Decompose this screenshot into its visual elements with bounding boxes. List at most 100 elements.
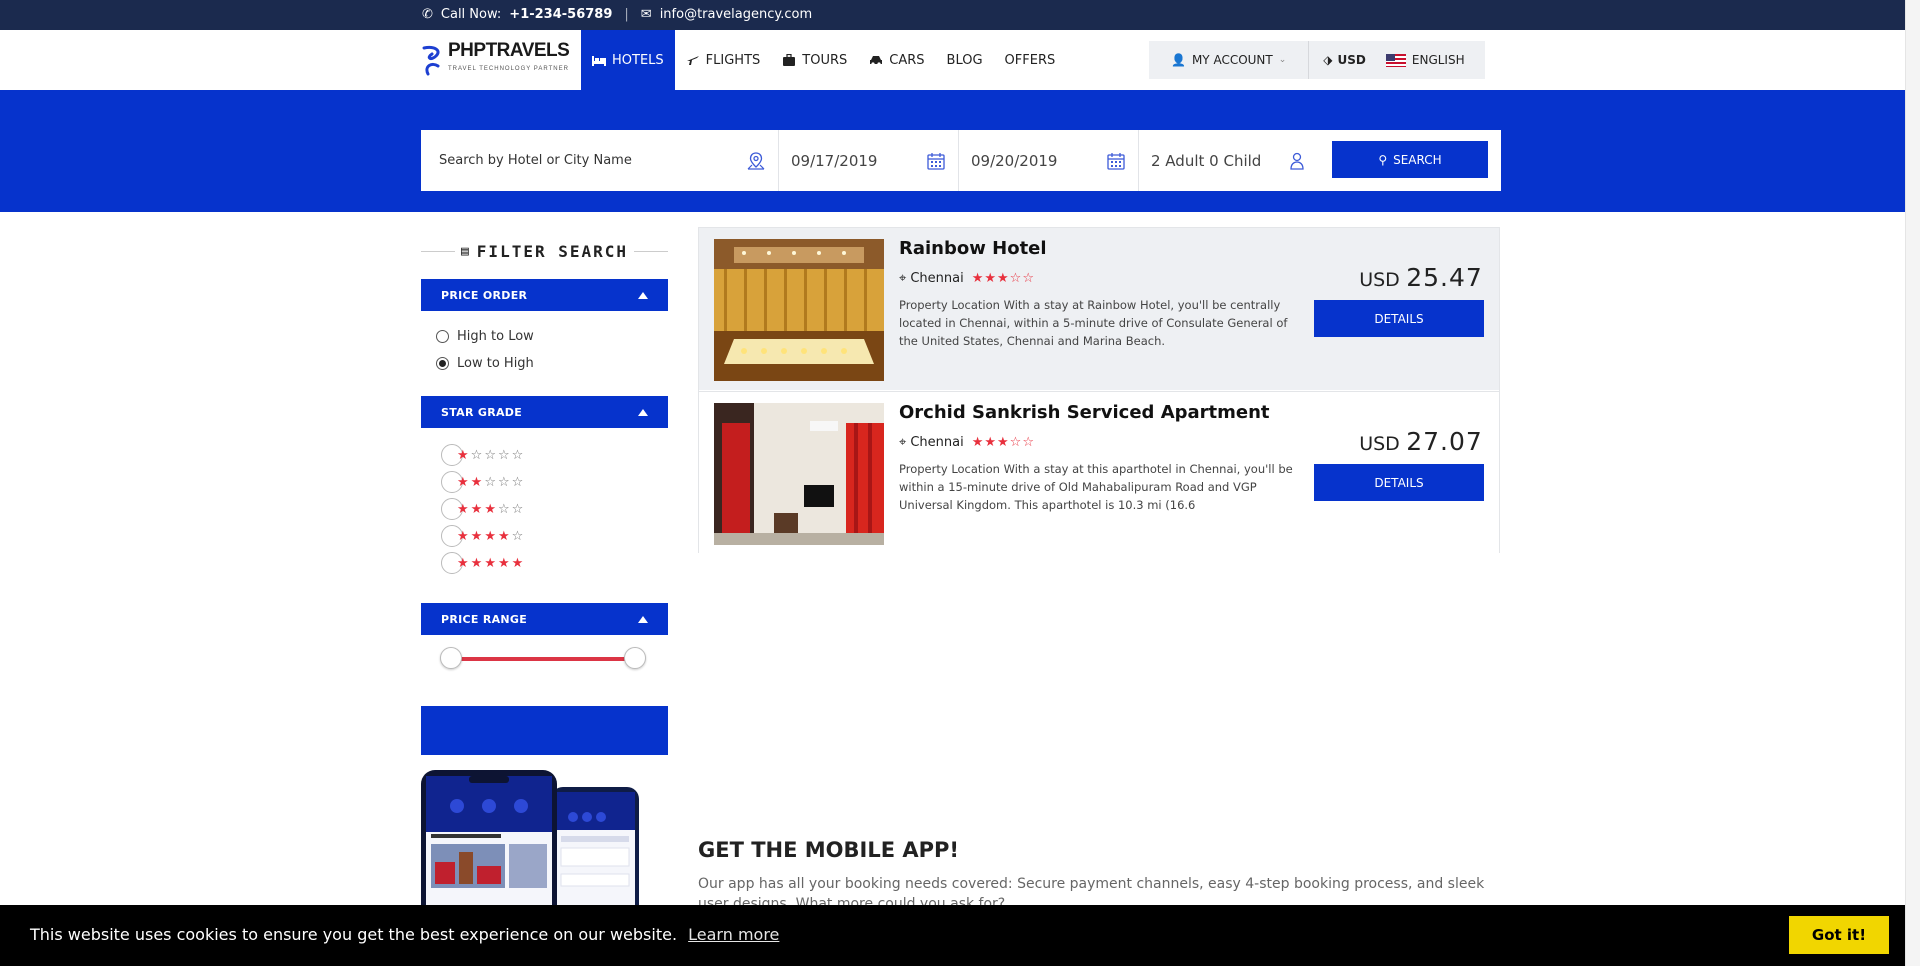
hotel-city: Chennai — [910, 435, 964, 450]
star-grade-option-3[interactable]: ★★★☆☆ — [441, 498, 525, 520]
star-empty-icon: ☆ — [497, 447, 512, 463]
star-empty-icon: ☆ — [511, 447, 526, 463]
star-grade-option-5[interactable]: ★★★★★ — [441, 552, 525, 574]
hotel-photo-conference-hall — [714, 239, 884, 381]
nav-flights[interactable]: FLIGHTS — [675, 30, 772, 90]
phone-number[interactable]: +1-234-56789 — [509, 7, 612, 22]
star-filled-icon: ★ — [457, 474, 471, 490]
star-filled-icon: ★ — [470, 474, 485, 490]
hotel-photo-apartment-room — [714, 403, 884, 545]
logo-text: PHPTRAVELS — [448, 40, 570, 61]
call-label: Call Now: — [440, 7, 502, 22]
chevron-down-icon: ⌄ — [1278, 55, 1287, 65]
guests-value[interactable]: 2 Adult 0 Child — [1151, 152, 1261, 170]
hotel-name[interactable]: Rainbow Hotel — [899, 238, 1047, 259]
language-selector[interactable]: ENGLISH — [1380, 53, 1471, 67]
star-filled-icon: ★ — [457, 501, 471, 517]
star-filled-icon: ★ — [984, 435, 998, 450]
price-range-max-handle[interactable] — [624, 647, 646, 669]
details-button[interactable]: DETAILS — [1314, 300, 1484, 337]
map-pin-icon — [747, 151, 765, 170]
nav-cars[interactable]: CARS — [858, 30, 935, 90]
search-button-label: SEARCH — [1393, 152, 1442, 167]
hotel-card: Rainbow Hotel ⌖ Chennai ★★★☆☆ Property L… — [699, 228, 1499, 390]
low-high-label: Low to High — [457, 356, 534, 371]
star-rating-icons: ★★☆☆☆ — [457, 475, 525, 490]
details-button[interactable]: DETAILS — [1314, 464, 1484, 501]
cookie-accept-button[interactable]: Got it! — [1789, 916, 1889, 954]
nav-offers[interactable]: OFFERS — [994, 30, 1067, 90]
star-empty-icon: ☆ — [497, 474, 512, 490]
hotel-thumbnail[interactable] — [714, 239, 884, 381]
price-value: 25.47 — [1406, 263, 1483, 292]
hotel-location: ⌖ Chennai ★★★☆☆ — [899, 271, 1035, 286]
star-grade-option-2[interactable]: ★★☆☆☆ — [441, 471, 525, 493]
hotel-thumbnail[interactable] — [714, 403, 884, 545]
star-rating-icons: ★☆☆☆☆ — [457, 448, 525, 463]
calendar-icon — [1107, 152, 1125, 170]
checkin-date[interactable]: 09/17/2019 — [791, 152, 877, 170]
caret-up-icon — [638, 615, 648, 623]
suitcase-icon — [783, 54, 796, 66]
learn-more-link[interactable]: Learn more — [688, 925, 779, 944]
radio-low-high[interactable] — [436, 357, 449, 370]
my-account-dropdown[interactable]: 👤 MY ACCOUNT ⌄ — [1149, 41, 1310, 79]
star-empty-icon: ☆ — [497, 501, 512, 517]
mobile-app-title: GET THE MOBILE APP! — [698, 838, 959, 862]
price-range-header[interactable]: PRICE RANGE — [421, 603, 668, 635]
my-account-label: MY ACCOUNT — [1191, 53, 1273, 67]
account-bar: 👤 MY ACCOUNT ⌄ ⬗ USD ENGLISH — [1149, 41, 1485, 79]
destination-input[interactable]: Search by Hotel or City Name — [439, 153, 632, 168]
star-grade-option-4[interactable]: ★★★★☆ — [441, 525, 525, 547]
star-rating-icons: ★★★☆☆ — [457, 502, 525, 517]
nav-blog[interactable]: BLOG — [936, 30, 994, 90]
star-filled-icon: ★ — [457, 528, 471, 544]
star-filled-icon: ★ — [997, 435, 1010, 450]
nav-hotels[interactable]: HOTELS — [581, 30, 675, 90]
price-order-header[interactable]: PRICE ORDER — [421, 279, 668, 311]
radio-high-low[interactable] — [436, 330, 449, 343]
page-scrollbar[interactable] — [1905, 0, 1920, 966]
bed-icon — [592, 56, 606, 66]
cookie-message-wrap: This website uses cookies to ensure you … — [30, 925, 779, 944]
currency-selector[interactable]: ⬗ USD — [1309, 53, 1380, 67]
logo-icon — [422, 46, 440, 76]
star-empty-icon: ☆ — [1022, 435, 1035, 450]
nav-tours-label: TOURS — [802, 52, 848, 68]
hotel-card: Orchid Sankrish Serviced Apartment ⌖ Che… — [699, 391, 1499, 553]
caret-up-icon — [638, 408, 648, 416]
filter-search-title: ▤ FILTER SEARCH — [421, 239, 668, 263]
hotel-name[interactable]: Orchid Sankrish Serviced Apartment — [899, 402, 1270, 423]
guests-field[interactable]: 2 Adult 0 Child — [1139, 130, 1319, 191]
logo[interactable]: PHPTRAVELS TRAVEL TECHNOLOGY PARTNER — [420, 40, 570, 78]
price-range-track[interactable] — [452, 657, 636, 661]
hotel-price: USD 25.47 — [1336, 263, 1506, 292]
star-grade-header[interactable]: STAR GRADE — [421, 396, 668, 428]
hotel-price: USD 27.07 — [1336, 427, 1506, 456]
star-empty-icon: ☆ — [470, 447, 485, 463]
sidebar-promo-block — [421, 706, 668, 755]
star-filled-icon: ★ — [470, 555, 485, 571]
star-filled-icon: ★ — [457, 555, 471, 571]
cookie-banner: This website uses cookies to ensure you … — [0, 905, 1920, 966]
price-range-min-handle[interactable] — [440, 647, 462, 669]
checkout-field[interactable]: 09/20/2019 — [959, 130, 1139, 191]
star-empty-icon: ☆ — [1009, 435, 1023, 450]
checkin-field[interactable]: 09/17/2019 — [779, 130, 959, 191]
search-icon: ⚲ — [1378, 152, 1388, 167]
plane-icon — [686, 56, 699, 65]
star-filled-icon: ★ — [470, 528, 485, 544]
person-icon — [1290, 152, 1304, 170]
hotel-description: Property Location With a stay at Rainbow… — [899, 298, 1288, 348]
topbar: ✆ Call Now: +1-234-56789 | ✉ info@travel… — [0, 0, 1920, 30]
destination-field[interactable]: Search by Hotel or City Name — [421, 130, 779, 191]
email-link[interactable]: info@travelagency.com — [660, 7, 812, 22]
nav-tours[interactable]: TOURS — [771, 30, 858, 90]
star-grade-option-1[interactable]: ★☆☆☆☆ — [441, 444, 525, 466]
price-order-low-high[interactable]: Low to High — [436, 356, 534, 371]
nav-cars-label: CARS — [889, 52, 925, 68]
search-button[interactable]: ⚲ SEARCH — [1332, 141, 1488, 178]
price-order-title: PRICE ORDER — [441, 288, 528, 302]
price-order-high-low[interactable]: High to Low — [436, 329, 534, 344]
checkout-date[interactable]: 09/20/2019 — [971, 152, 1057, 170]
